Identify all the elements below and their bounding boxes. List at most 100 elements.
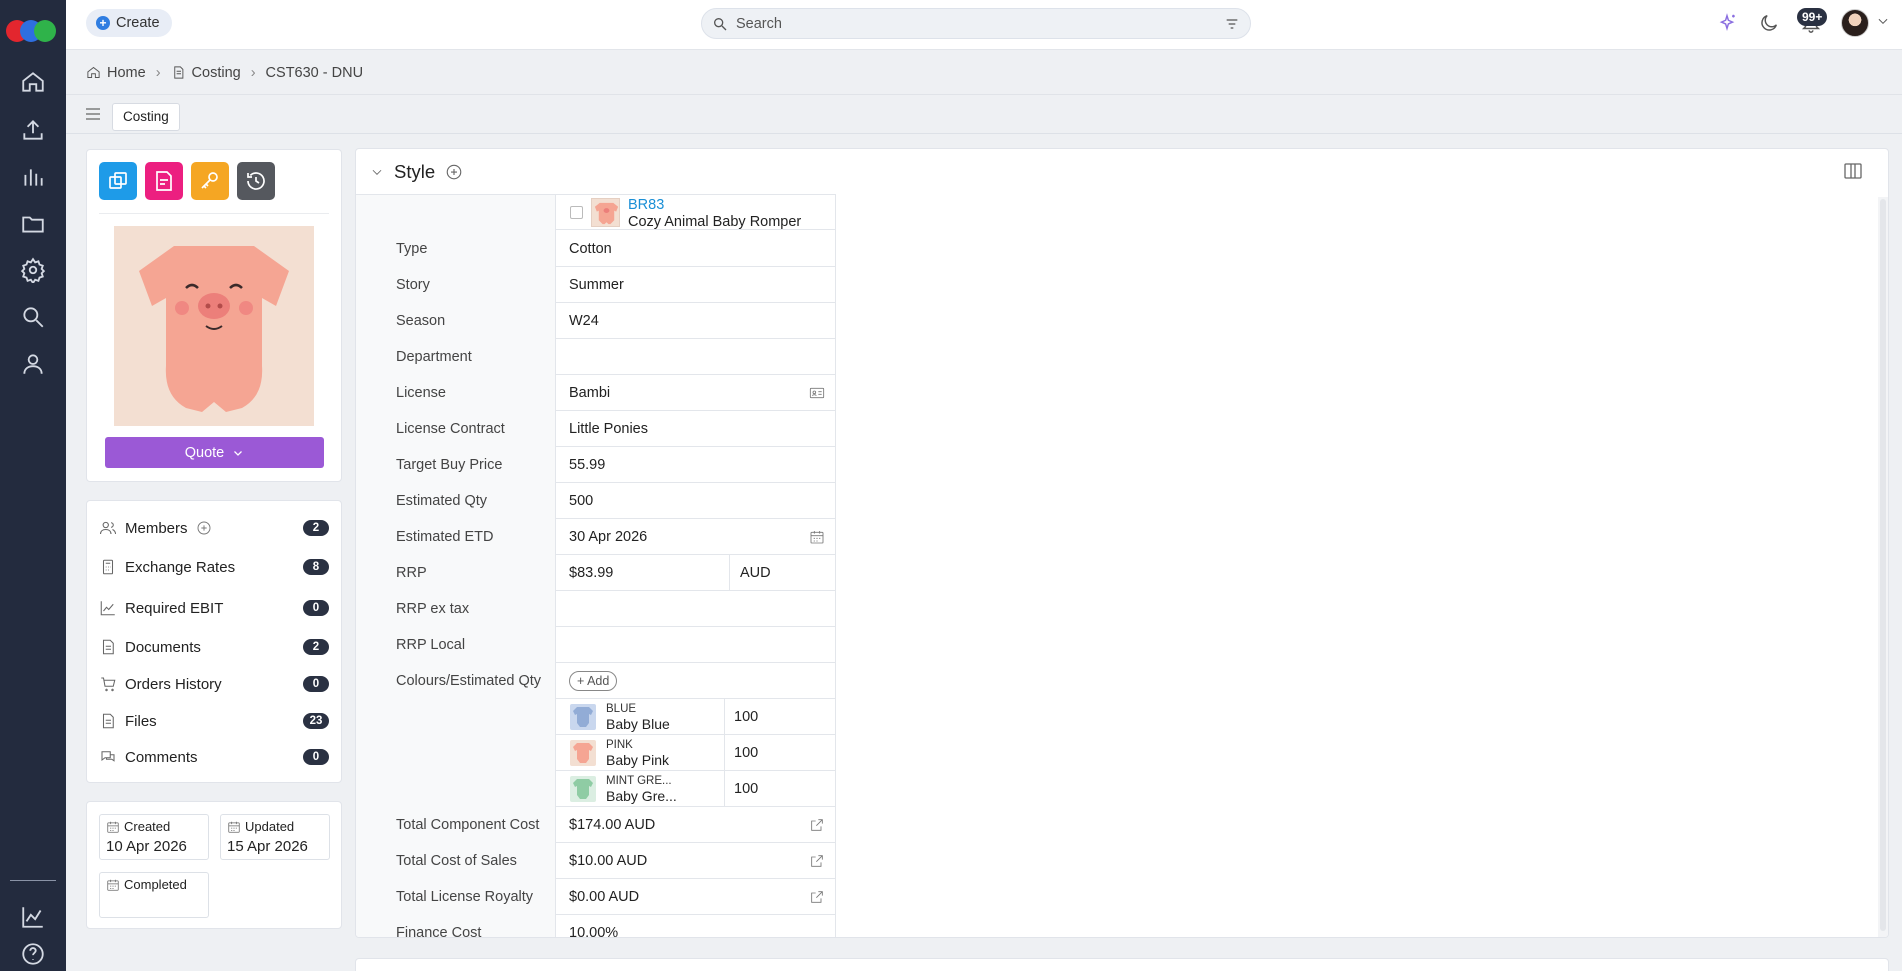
field-value[interactable]: Little Ponies xyxy=(556,411,836,447)
field-total-license-royalty[interactable]: Total License Royalty $0.00 AUD xyxy=(356,879,836,915)
product-image[interactable] xyxy=(114,226,314,426)
chevron-down-icon[interactable] xyxy=(1876,14,1890,28)
quote-button[interactable]: Quote xyxy=(105,437,324,468)
field-value: $0.00 AUD xyxy=(569,889,640,905)
colour-code: MINT GRE... xyxy=(606,775,672,787)
style-thumbnail xyxy=(591,198,620,227)
menu-exchange-rates[interactable]: Exchange Rates 8 xyxy=(99,555,329,579)
field-value[interactable] xyxy=(556,339,836,375)
section-header[interactable]: Style xyxy=(370,161,463,183)
calculator-icon xyxy=(102,559,114,575)
add-member-icon[interactable] xyxy=(196,520,212,536)
field-value[interactable]: 55.99 xyxy=(556,447,836,483)
chart-icon[interactable] xyxy=(20,164,46,190)
avatar[interactable] xyxy=(1841,9,1869,37)
field-season[interactable]: Season W24 xyxy=(356,303,836,339)
reports-icon[interactable] xyxy=(20,904,46,930)
menu-files[interactable]: Files 23 xyxy=(99,709,329,733)
report-icon[interactable] xyxy=(145,162,183,200)
menu-documents[interactable]: Documents 2 xyxy=(99,635,329,659)
field-value[interactable]: Summer xyxy=(556,267,836,303)
field-total-cost-of-sales[interactable]: Total Cost of Sales $10.00 AUD xyxy=(356,843,836,879)
field-department[interactable]: Department xyxy=(356,339,836,375)
scrollbar[interactable] xyxy=(1878,197,1888,937)
completed-date[interactable]: Completed xyxy=(99,872,209,918)
field-value[interactable] xyxy=(556,627,836,663)
field-target-buy-price[interactable]: Target Buy Price 55.99 xyxy=(356,447,836,483)
field-label: Total Component Cost xyxy=(356,807,556,843)
upload-icon[interactable] xyxy=(20,117,46,143)
hamburger-icon[interactable] xyxy=(86,108,100,120)
breadcrumb-home[interactable]: Home xyxy=(86,65,146,81)
field-value-rrp[interactable]: $83.99 AUD xyxy=(556,555,836,591)
colour-row[interactable]: PINK Baby Pink 100 xyxy=(356,735,836,771)
calendar-icon[interactable] xyxy=(809,529,825,545)
external-link-icon[interactable] xyxy=(809,853,825,869)
user-icon[interactable] xyxy=(20,351,46,377)
field-story[interactable]: Story Summer xyxy=(356,267,836,303)
field-value-license[interactable]: Bambi xyxy=(556,375,836,411)
style-row-value: BR83 Cozy Animal Baby Romper xyxy=(556,195,836,231)
colour-name: Baby Blue xyxy=(606,716,670,732)
menu-members[interactable]: Members 2 xyxy=(99,516,329,540)
search-input[interactable] xyxy=(736,15,1224,32)
field-rrp-ex-tax[interactable]: RRP ex tax xyxy=(356,591,836,627)
colour-qty[interactable]: 100 xyxy=(724,771,836,807)
field-estimated-etd[interactable]: Estimated ETD 30 Apr 2026 xyxy=(356,519,836,555)
settings-icon[interactable] xyxy=(20,257,46,285)
id-card-icon[interactable] xyxy=(809,385,825,401)
tab-costing[interactable]: Costing xyxy=(112,103,180,131)
colour-row[interactable]: MINT GRE... Baby Gre... 100 xyxy=(356,771,836,807)
filter-icon[interactable] xyxy=(1224,16,1240,32)
dark-mode-icon[interactable] xyxy=(1758,12,1780,34)
help-icon[interactable] xyxy=(20,941,46,967)
create-button[interactable]: + Create xyxy=(86,9,172,37)
field-rrp[interactable]: RRP $83.99 AUD xyxy=(356,555,836,591)
field-value[interactable]: Cotton xyxy=(556,231,836,267)
folder-icon[interactable] xyxy=(20,211,46,237)
field-type[interactable]: Type Cotton xyxy=(356,231,836,267)
menu-comments[interactable]: Comments 0 xyxy=(99,745,329,769)
field-value-etd[interactable]: 30 Apr 2026 xyxy=(556,519,836,555)
add-colour-button[interactable]: + Add xyxy=(569,671,618,691)
created-date[interactable]: Created 10 Apr 2026 xyxy=(99,814,209,860)
field-license-contract[interactable]: License Contract Little Ponies xyxy=(356,411,836,447)
currency-select[interactable]: AUD xyxy=(729,555,836,591)
colour-qty[interactable]: 100 xyxy=(724,699,836,735)
field-value[interactable]: W24 xyxy=(556,303,836,339)
ai-sparkle-icon[interactable] xyxy=(1716,12,1738,34)
external-link-icon[interactable] xyxy=(809,889,825,905)
copy-icon[interactable] xyxy=(99,162,137,200)
field-rrp-local[interactable]: RRP Local xyxy=(356,627,836,663)
breadcrumb-costing[interactable]: Costing xyxy=(171,65,241,81)
columns-icon[interactable] xyxy=(1844,163,1862,179)
field-license[interactable]: License Bambi xyxy=(356,375,836,411)
menu-orders-history[interactable]: Orders History 0 xyxy=(99,672,329,696)
history-icon[interactable] xyxy=(237,162,275,200)
field-value[interactable] xyxy=(556,591,836,627)
field-value[interactable]: 10.00% xyxy=(556,915,836,937)
breadcrumb-home-label: Home xyxy=(107,64,146,81)
menu-required-ebit[interactable]: Required EBIT 0 xyxy=(99,596,329,620)
chevron-down-icon[interactable] xyxy=(370,165,384,179)
field-estimated-qty[interactable]: Estimated Qty 500 xyxy=(356,483,836,519)
style-checkbox[interactable] xyxy=(570,206,583,219)
field-finance-cost[interactable]: Finance Cost 10.00% xyxy=(356,915,836,937)
add-circle-icon[interactable] xyxy=(445,163,463,181)
count-badge: 8 xyxy=(303,559,329,575)
colour-qty[interactable]: 100 xyxy=(724,735,836,771)
key-icon[interactable] xyxy=(191,162,229,200)
colour-row[interactable]: BLUE Baby Blue 100 xyxy=(356,699,836,735)
app-logo[interactable] xyxy=(6,20,60,42)
home-icon[interactable] xyxy=(20,69,46,95)
colour-name: Baby Pink xyxy=(606,752,670,768)
search-icon[interactable] xyxy=(20,304,46,330)
field-value[interactable]: 500 xyxy=(556,483,836,519)
search-bar[interactable] xyxy=(701,8,1251,39)
external-link-icon[interactable] xyxy=(809,817,825,833)
updated-date[interactable]: Updated 15 Apr 2026 xyxy=(220,814,330,860)
field-total-component-cost[interactable]: Total Component Cost $174.00 AUD xyxy=(356,807,836,843)
style-code-link[interactable]: BR83 xyxy=(628,197,664,213)
count-badge: 0 xyxy=(303,749,329,765)
product-card: Quote xyxy=(86,149,342,482)
